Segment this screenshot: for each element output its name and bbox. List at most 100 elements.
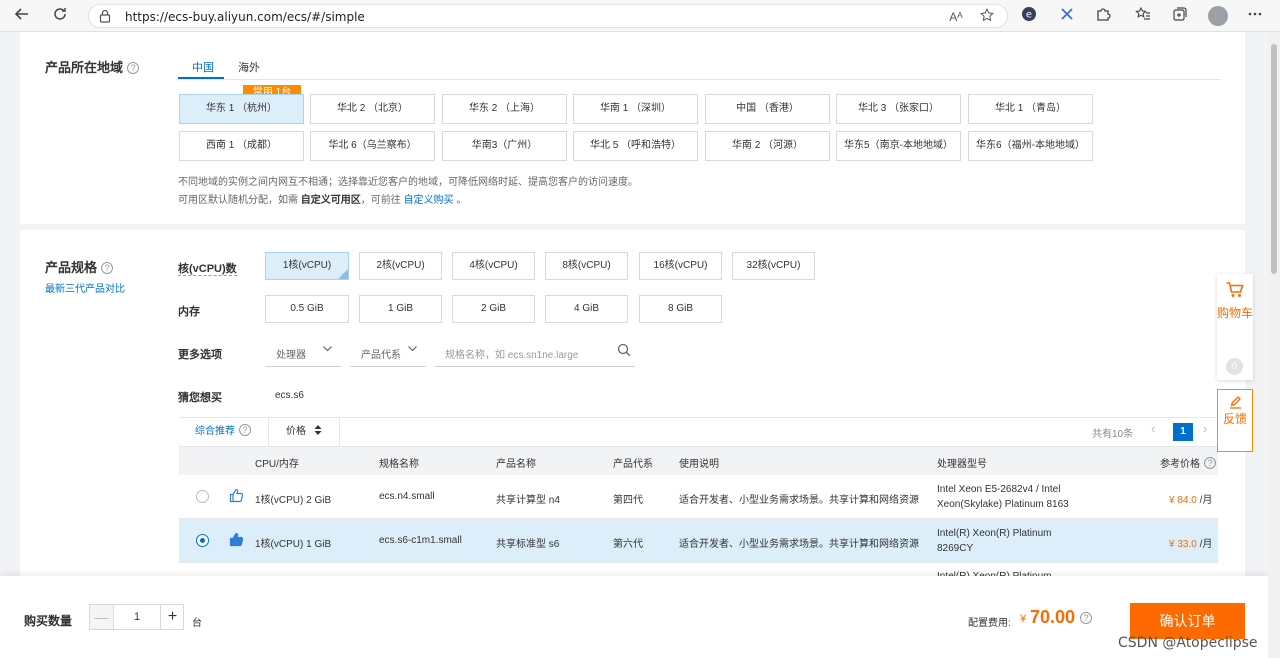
page-next-icon[interactable]: › bbox=[1203, 421, 1207, 436]
region-beijing[interactable]: 华北 2 （北京） bbox=[310, 94, 435, 124]
row-radio[interactable] bbox=[196, 534, 209, 547]
tab-overseas[interactable]: 海外 bbox=[238, 59, 260, 75]
quantity-unit: 台 bbox=[192, 618, 202, 629]
table-row[interactable]: 1核(vCPU) 1 GiB ecs.s6-c1m1.small 共享标准型 s… bbox=[179, 519, 1218, 563]
cell-processor-line2: 8269CY bbox=[937, 543, 974, 554]
total-count: 共有10条 bbox=[1092, 429, 1134, 440]
memory-option-0-5[interactable]: 0.5 GiB bbox=[265, 295, 349, 323]
quantity-label: 购买数量 bbox=[24, 614, 73, 628]
memory-option-4[interactable]: 4 GiB bbox=[545, 295, 628, 323]
generation-compare-link[interactable]: 最新三代产品对比 bbox=[45, 280, 125, 295]
sort-recommend-label: 综合推荐 bbox=[195, 426, 235, 437]
th-price: 参考价格? bbox=[1160, 455, 1216, 470]
region-hongkong[interactable]: 中国 （香港） bbox=[705, 94, 830, 124]
chevron-down-icon bbox=[322, 343, 333, 357]
shopping-cart-widget[interactable]: 购物车 0 bbox=[1217, 274, 1253, 380]
cell-processor-line1: Intel Xeon E5-2682v4 / Intel bbox=[937, 484, 1061, 495]
help-question-icon[interactable]: ? bbox=[239, 424, 251, 436]
th-price-text: 参考价格 bbox=[1160, 459, 1200, 470]
thumbs-up-icon bbox=[229, 532, 244, 547]
row-radio[interactable] bbox=[196, 490, 209, 503]
increment-button[interactable]: + bbox=[160, 605, 184, 629]
sort-recommend[interactable]: 综合推荐? bbox=[195, 418, 251, 446]
decrement-button[interactable]: — bbox=[90, 605, 114, 629]
cell-generation: 第六代 bbox=[613, 539, 643, 550]
confirm-order-button[interactable]: 确认订单 bbox=[1130, 603, 1245, 639]
page-prev-icon[interactable]: ‹ bbox=[1151, 421, 1155, 436]
spec-search-input[interactable]: 规格名称，如 ecs.sn1ne.large bbox=[435, 338, 635, 367]
core-option-1[interactable]: 1核(vCPU) bbox=[265, 252, 349, 280]
help-question-icon[interactable]: ? bbox=[1204, 457, 1216, 469]
region-zhangjiakou[interactable]: 华北 3 （张家口） bbox=[836, 94, 961, 124]
th-generation: 产品代系 bbox=[613, 459, 653, 470]
favorite-star-icon[interactable] bbox=[978, 8, 996, 26]
feedback-label: 反馈 bbox=[1222, 412, 1247, 426]
page-scrollbar[interactable] bbox=[1268, 32, 1280, 658]
quantity-input[interactable]: 1 bbox=[114, 605, 160, 629]
sort-price[interactable]: 价格 bbox=[286, 418, 323, 446]
help-question-icon[interactable]: ? bbox=[1080, 612, 1092, 624]
generation-dropdown-label: 产品代系 bbox=[361, 350, 401, 361]
core-option-8[interactable]: 8核(vCPU) bbox=[545, 252, 628, 280]
extensions-puzzle-icon[interactable] bbox=[1093, 6, 1113, 26]
core-option-16[interactable]: 16核(vCPU) bbox=[639, 252, 722, 280]
back-arrow-icon[interactable] bbox=[12, 6, 32, 26]
price-unit: /月 bbox=[1196, 495, 1213, 506]
tab-china[interactable]: 中国 bbox=[192, 59, 214, 75]
memory-option-2[interactable]: 2 GiB bbox=[452, 295, 535, 323]
extension-k-icon[interactable] bbox=[1057, 6, 1077, 26]
region-wulanchabu[interactable]: 华北 6（乌兰察布） bbox=[310, 131, 435, 161]
region-shanghai[interactable]: 华东 2 （上海） bbox=[442, 94, 567, 124]
processor-dropdown[interactable]: 处理器 bbox=[265, 338, 341, 367]
fee-help[interactable]: ? bbox=[1076, 612, 1092, 625]
region-note-2: 可用区默认随机分配，如需 自定义可用区，可前往 自定义购买 。 bbox=[178, 191, 466, 206]
cell-processor-line2: Xeon(Skylake) Platinum 8163 bbox=[937, 499, 1069, 510]
browser-toolbar: https://ecs-buy.aliyun.com/ecs/#/simple … bbox=[0, 0, 1280, 32]
feedback-widget[interactable]: 反馈 bbox=[1217, 389, 1253, 452]
core-option-2[interactable]: 2核(vCPU) bbox=[359, 252, 442, 280]
region-huhehaote[interactable]: 华北 5 （呼和浩特） bbox=[573, 131, 698, 161]
region-tabs: 中国 海外 bbox=[178, 54, 1221, 80]
page-number[interactable]: 1 bbox=[1173, 423, 1193, 441]
core-option-4[interactable]: 4核(vCPU) bbox=[452, 252, 535, 280]
collections-icon[interactable] bbox=[1170, 6, 1190, 26]
fee-currency: ¥ bbox=[1020, 613, 1027, 625]
extension-e-icon[interactable]: e bbox=[1019, 6, 1039, 26]
region-nanjing-local[interactable]: 华东5（南京-本地地域） bbox=[836, 131, 961, 161]
cell-price: ¥ 33.0 /月 bbox=[1169, 535, 1212, 550]
help-question-icon[interactable]: ? bbox=[101, 262, 114, 274]
search-icon[interactable] bbox=[617, 343, 631, 357]
refresh-icon[interactable] bbox=[50, 6, 70, 26]
guess-label: 猜您想买 bbox=[178, 392, 222, 404]
memory-option-8[interactable]: 8 GiB bbox=[639, 295, 722, 323]
selected-corner-mark bbox=[338, 269, 348, 279]
custom-zone-text: 自定义可用区 bbox=[300, 195, 361, 206]
region-hangzhou[interactable]: 华东 1 （杭州） bbox=[179, 94, 304, 124]
region-guangzhou[interactable]: 华南3（广州） bbox=[442, 131, 567, 161]
guess-value[interactable]: ecs.s6 bbox=[275, 390, 304, 401]
more-menu-icon[interactable] bbox=[1245, 6, 1265, 26]
scrollbar-thumb[interactable] bbox=[1271, 44, 1277, 274]
cell-usage: 适合开发者、小型业务需求场景。共享计算和网络资源 bbox=[679, 539, 919, 550]
help-question-icon[interactable]: ? bbox=[127, 62, 140, 74]
read-aloud-icon[interactable]: Aᴬ bbox=[947, 8, 965, 26]
generation-dropdown[interactable]: 产品代系 bbox=[350, 338, 426, 367]
region-fuzhou-local[interactable]: 华东6（福州-本地地域） bbox=[968, 131, 1093, 161]
table-toolbar: 综合推荐? 价格 共有10条 ‹ 1 › bbox=[179, 417, 1218, 447]
region-heyuan[interactable]: 华南 2 （河源） bbox=[705, 131, 830, 161]
core-option-32[interactable]: 32核(vCPU) bbox=[732, 252, 815, 280]
quantity-stepper: — 1 + bbox=[89, 604, 184, 630]
address-bar[interactable]: https://ecs-buy.aliyun.com/ecs/#/simple … bbox=[88, 4, 1008, 28]
memory-option-1[interactable]: 1 GiB bbox=[359, 295, 442, 323]
custom-purchase-link[interactable]: 自定义购买 bbox=[404, 195, 454, 206]
note2-mid: ，可前往 bbox=[360, 195, 404, 206]
sort-arrows-icon bbox=[314, 425, 322, 435]
cell-cpu-mem: 1核(vCPU) 2 GiB bbox=[255, 495, 332, 506]
favorites-icon[interactable] bbox=[1133, 6, 1153, 26]
region-qingdao[interactable]: 华北 1 （青岛） bbox=[968, 94, 1093, 124]
region-chengdu[interactable]: 西南 1 （成都） bbox=[179, 131, 304, 161]
cell-spec-name: ecs.s6-c1m1.small bbox=[379, 535, 462, 546]
profile-avatar[interactable] bbox=[1208, 6, 1228, 26]
region-shenzhen[interactable]: 华南 1 （深圳） bbox=[573, 94, 698, 124]
table-row[interactable]: 1核(vCPU) 2 GiB ecs.n4.small 共享计算型 n4 第四代… bbox=[179, 475, 1218, 519]
